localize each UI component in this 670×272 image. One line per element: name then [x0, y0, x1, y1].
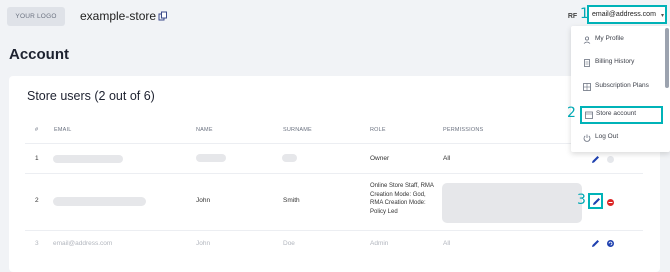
menu-item-log-out[interactable]: Log Out — [571, 129, 670, 147]
redacted-email — [53, 155, 123, 163]
row-index: 3 — [35, 240, 39, 247]
row-index: 2 — [35, 197, 39, 204]
resend-icon[interactable] — [606, 239, 615, 248]
step-2-label: 2 — [567, 105, 576, 121]
menu-item-subscription-plans[interactable]: Subscription Plans — [571, 78, 670, 96]
menu-item-billing-history[interactable]: Billing History — [571, 54, 670, 72]
menu-item-label: Billing History — [595, 58, 635, 65]
power-icon — [583, 134, 591, 142]
step-3-label: 3 — [577, 192, 586, 208]
menu-item-store-account[interactable]: Store account — [580, 106, 663, 124]
divider — [25, 230, 643, 231]
page-title: Account — [9, 46, 69, 63]
top-bar: YOUR LOGO example-store RF 1 email@addre… — [0, 0, 670, 34]
column-header-email: EMAIL — [54, 127, 72, 133]
row-role: Online Store Staff, RMA Creation Mode: G… — [370, 182, 450, 216]
user-icon — [583, 36, 591, 44]
role-line: Policy Led — [370, 208, 398, 215]
column-header-permissions: PERMISSIONS — [443, 127, 484, 133]
row-email: email@address.com — [53, 240, 113, 247]
store-name: example-store — [80, 9, 157, 23]
role-line: Creation Mode: God, — [370, 191, 426, 198]
store-users-card: Store users (2 out of 6) # EMAIL NAME SU… — [9, 76, 660, 272]
delete-icon-disabled — [607, 156, 614, 163]
delete-icon[interactable] — [606, 198, 615, 207]
role-line: Online Store Staff, RMA — [370, 183, 434, 189]
edit-button-highlight[interactable] — [588, 193, 603, 209]
redacted-permissions — [442, 183, 582, 223]
edit-icon[interactable] — [591, 155, 600, 164]
column-header-name: NAME — [196, 127, 213, 133]
edit-icon[interactable] — [592, 197, 601, 206]
account-email-button[interactable]: email@address.com — [587, 5, 667, 24]
row-name: John — [196, 240, 211, 247]
redacted-surname — [282, 154, 297, 162]
menu-item-label: Subscription Plans — [595, 82, 649, 89]
redacted-name — [196, 154, 226, 162]
row-permissions: All — [443, 155, 451, 162]
row-surname: Smith — [283, 197, 300, 204]
account-dropdown-menu: My Profile Billing History Subscription … — [571, 26, 670, 152]
divider — [25, 143, 643, 144]
row-index: 1 — [35, 155, 39, 162]
copy-icon[interactable] — [158, 11, 168, 21]
menu-item-label: My Profile — [595, 35, 624, 42]
menu-item-label: Store account — [596, 110, 637, 117]
row-role: Owner — [370, 155, 390, 162]
store-users-title: Store users (2 out of 6) — [27, 89, 155, 103]
chevron-down-icon: ▾ — [661, 13, 665, 19]
scrollbar[interactable] — [665, 28, 669, 88]
grid-icon — [583, 83, 591, 91]
logo: YOUR LOGO — [7, 7, 65, 26]
avatar[interactable]: RF — [565, 9, 580, 24]
store-icon — [585, 111, 593, 119]
row-name: John — [196, 197, 211, 204]
role-line: RMA Creation Mode: — [370, 200, 426, 206]
menu-item-my-profile[interactable]: My Profile — [571, 31, 670, 49]
menu-item-label: Log Out — [595, 133, 619, 140]
row-permissions: All — [443, 240, 451, 247]
column-header-surname: SURNAME — [283, 127, 312, 133]
edit-icon[interactable] — [591, 239, 600, 248]
column-header-role: ROLE — [370, 127, 386, 133]
document-icon — [584, 59, 590, 67]
row-role: Admin — [370, 240, 389, 247]
redacted-email — [53, 197, 146, 206]
row-surname: Doe — [283, 240, 295, 247]
divider — [25, 173, 643, 174]
column-header-index: # — [35, 127, 39, 133]
